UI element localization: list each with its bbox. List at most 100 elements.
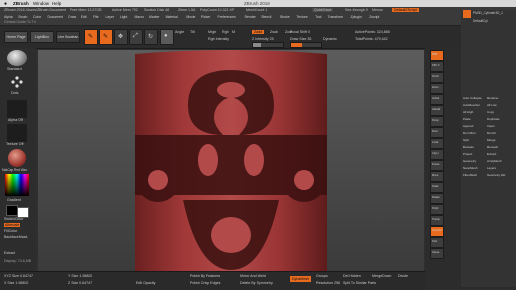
brush-preview[interactable]: ●: [160, 29, 174, 45]
edit-opacity-label[interactable]: Edit Opacity: [136, 281, 155, 285]
scale-button[interactable]: ⤢: [129, 29, 143, 45]
z-intensity-bar[interactable]: [252, 42, 284, 48]
subtool-item-del-all[interactable]: Del All: [487, 131, 496, 135]
rotate-button[interactable]: Rotate: [430, 193, 444, 204]
subtool-thumb[interactable]: [463, 10, 471, 18]
fill-color-button[interactable]: FillColor: [4, 229, 17, 233]
subtool-item-duplicate[interactable]: Duplicate: [487, 117, 500, 121]
menu-texture[interactable]: Texture: [297, 15, 308, 19]
angle-label[interactable]: Angle: [175, 30, 184, 34]
menu-macro[interactable]: Macro: [135, 15, 144, 19]
divide-button[interactable]: Divide: [398, 274, 408, 278]
zsub-button[interactable]: Zsub: [270, 30, 278, 34]
help-menu[interactable]: Help: [52, 1, 61, 6]
texture-thumb[interactable]: [7, 124, 27, 142]
menu-movie[interactable]: Movie: [186, 15, 195, 19]
alternate-button[interactable]: Alternate: [4, 223, 21, 227]
subtool-item-rename[interactable]: Rename: [487, 96, 498, 100]
menu-file[interactable]: File: [93, 15, 98, 19]
subtool-item-auto-collapse[interactable]: Auto Collapse: [463, 96, 482, 100]
y-size-label[interactable]: Y Size 1.98802: [68, 274, 92, 278]
standard-brush-thumb[interactable]: [7, 50, 27, 66]
subtool-item-paste[interactable]: Paste: [463, 117, 471, 121]
draw-button[interactable]: ✎: [99, 29, 113, 45]
menu-marker[interactable]: Marker: [149, 15, 160, 19]
zoom-button[interactable]: Zoom: [430, 83, 444, 94]
polyf-button[interactable]: PolyF: [430, 204, 444, 215]
dots-stroke-icon[interactable]: [9, 74, 25, 90]
xyz-size-label[interactable]: XYZ Size 0.64747: [4, 274, 33, 278]
solo-button[interactable]: Solo: [430, 237, 444, 248]
home-page-button[interactable]: Home Page: [4, 31, 28, 43]
z-intensity-slider[interactable]: Z Intensity 25: [252, 37, 274, 41]
menu-material[interactable]: Material: [166, 15, 178, 19]
split-similar-button[interactable]: Split To Similar Parts: [343, 281, 376, 285]
x-size-label[interactable]: X Size 1.98802: [4, 281, 28, 285]
transp-button[interactable]: Transp: [430, 215, 444, 226]
app-menu[interactable]: ZBrush: [13, 1, 29, 6]
subtool-item-remesh[interactable]: Remesh: [487, 145, 498, 149]
dynamesh-button[interactable]: DynaMesh: [290, 276, 312, 282]
menu-color[interactable]: Color: [33, 15, 41, 19]
subtool-item-nanomesh[interactable]: NanoMesh: [463, 166, 478, 170]
subtool-item-geometry[interactable]: Geometry: [463, 159, 476, 163]
menus-toggle[interactable]: Menus: [372, 8, 383, 12]
menu-preferences[interactable]: Preferences: [218, 15, 236, 19]
subtool-item-copy[interactable]: Copy: [487, 110, 494, 114]
subtool-item-extract[interactable]: Extract: [487, 152, 496, 156]
tilt-label[interactable]: Tilt: [190, 30, 195, 34]
document-canvas[interactable]: [38, 50, 424, 276]
subtool-item-boolean[interactable]: Boolean: [463, 145, 474, 149]
polish-crisp-button[interactable]: Polish Crisp Edges: [190, 281, 220, 285]
z-size-label[interactable]: Z Size 0.64747: [68, 281, 92, 285]
focal-shift-slider[interactable]: Focal Shift 0: [290, 30, 310, 34]
resolution-slider[interactable]: Resolution 256: [316, 281, 340, 285]
lightbox-button[interactable]: LightBox: [30, 31, 54, 43]
persp-button[interactable]: Persp: [430, 116, 444, 127]
menu-brush[interactable]: Brush: [19, 15, 28, 19]
menu-render[interactable]: Render: [245, 15, 256, 19]
aahalf-button[interactable]: AAHalf: [430, 105, 444, 116]
quicksave-button[interactable]: QuickSave: [312, 8, 334, 12]
menu-stroke[interactable]: Stroke: [280, 15, 290, 19]
subtool-item-geometry-hd[interactable]: Geometry HD: [487, 173, 505, 177]
window-menu[interactable]: Window: [33, 1, 49, 6]
frame-button[interactable]: Frame: [430, 160, 444, 171]
menu-zplugin[interactable]: Zplugin: [351, 15, 362, 19]
subtool-item-all-low[interactable]: All Low: [487, 103, 497, 107]
mirror-weld-button[interactable]: Mirror And Weld: [240, 274, 266, 278]
local-button[interactable]: Local: [430, 138, 444, 149]
subtool-item-layers[interactable]: Layers: [487, 166, 496, 170]
live-boolean-button[interactable]: Live Boolean: [56, 31, 80, 43]
scroll-button[interactable]: Scroll: [430, 72, 444, 83]
menu-document[interactable]: Document: [48, 15, 63, 19]
lsym-button[interactable]: LSym: [430, 149, 444, 160]
rotate-button[interactable]: ↻: [144, 29, 158, 45]
subtool-item-fibermesh[interactable]: FiberMesh: [463, 173, 477, 177]
subtool-item-insert[interactable]: Insert: [487, 124, 495, 128]
subtool-item-autoreorder[interactable]: AutoReorder: [463, 103, 480, 107]
menu-stencil[interactable]: Stencil: [261, 15, 271, 19]
subtool-item-merge[interactable]: Merge: [487, 138, 496, 142]
menu-zscript[interactable]: Zscript: [369, 15, 379, 19]
edit-button[interactable]: ✎: [84, 29, 98, 45]
zadd-button[interactable]: Zadd: [252, 30, 265, 34]
dynamic-button[interactable]: Dynamic: [430, 226, 444, 237]
alpha-thumb[interactable]: [7, 100, 27, 118]
menu-transform[interactable]: Transform: [328, 15, 343, 19]
subtool-item-append[interactable]: Append: [463, 124, 473, 128]
dynamic-button[interactable]: Dynamic: [323, 37, 337, 41]
subtool-item-arraymesh[interactable]: ArrayMesh: [487, 159, 502, 163]
menu-layer[interactable]: Layer: [106, 15, 114, 19]
draw-size-bar[interactable]: [290, 42, 322, 48]
see-through-slider[interactable]: See-through 0: [345, 8, 368, 12]
menu-tool[interactable]: Tool: [315, 15, 321, 19]
merge-down-button[interactable]: MergeDown: [372, 274, 391, 278]
menu-edit[interactable]: Edit: [81, 15, 87, 19]
mrgb-button[interactable]: Mrgb: [208, 30, 216, 34]
actual-button[interactable]: Actual: [430, 94, 444, 105]
menu-draw[interactable]: Draw: [68, 15, 76, 19]
switch-color-button[interactable]: SwitchColor: [4, 217, 23, 221]
groups-toggle[interactable]: Groups: [316, 274, 328, 278]
subtool-item-project[interactable]: Project: [463, 152, 472, 156]
